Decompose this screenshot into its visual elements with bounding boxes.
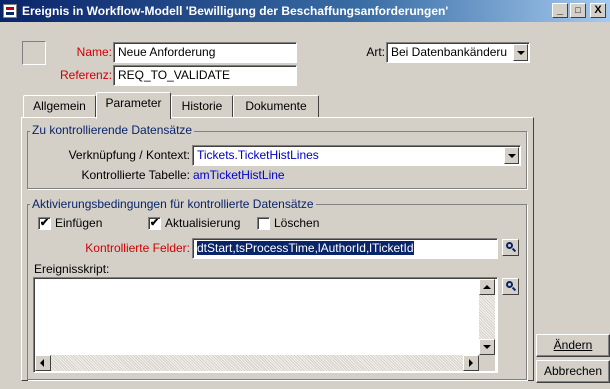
art-select[interactable]: Bei Datenbankänderu <box>386 42 530 63</box>
delete-checkbox[interactable] <box>257 217 270 230</box>
chevron-down-icon[interactable] <box>504 147 519 164</box>
scroll-up-icon[interactable] <box>479 279 495 295</box>
scrollbar-corner <box>479 355 495 371</box>
app-icon <box>3 4 17 18</box>
script-search-button[interactable] <box>502 278 519 295</box>
close-button[interactable]: X <box>590 3 606 18</box>
tab-dokumente[interactable]: Dokumente <box>233 95 319 117</box>
scroll-down-icon[interactable] <box>479 339 495 355</box>
fields-label: Kontrollierte Felder: <box>85 241 190 255</box>
delete-checkbox-label: Löschen <box>274 216 320 230</box>
horizontal-scrollbar[interactable] <box>35 355 479 371</box>
update-checkbox-label: Aktualisierung <box>165 216 241 230</box>
referenz-field[interactable]: REQ_TO_VALIDATE <box>113 65 297 86</box>
scroll-right-icon[interactable] <box>463 355 479 371</box>
referenz-label: Referenz: <box>60 68 113 82</box>
tab-allgemein[interactable]: Allgemein <box>23 95 96 117</box>
update-checkbox[interactable]: ✔ <box>148 217 161 230</box>
art-label: Art: <box>366 45 385 59</box>
fields-search-button[interactable] <box>502 239 519 256</box>
table-label: Kontrollierte Tabelle: <box>81 168 190 182</box>
cancel-button[interactable]: Abbrechen <box>536 360 610 383</box>
chevron-down-icon[interactable] <box>513 44 528 61</box>
maximize-button[interactable]: □ <box>570 3 586 18</box>
record-image-box[interactable] <box>22 41 46 65</box>
table-value: amTicketHistLine <box>193 168 285 182</box>
insert-checkbox-label: Einfügen <box>55 216 103 230</box>
script-editor[interactable] <box>33 277 498 373</box>
modify-button[interactable]: Ändern <box>536 334 610 357</box>
fields-value: dtStart,tsProcessTime,lAuthorId,lTicketI… <box>197 241 414 255</box>
activation-group-title: Aktivierungsbedingungen für kontrolliert… <box>30 197 316 211</box>
insert-checkbox[interactable]: ✔ <box>38 217 51 230</box>
link-select[interactable]: Tickets.TicketHistLines <box>192 145 521 166</box>
minimize-button[interactable]: _ <box>552 3 568 18</box>
window-title: Ereignis in Workflow-Modell 'Bewilligung… <box>22 4 449 18</box>
name-field[interactable]: Neue Anforderung <box>113 42 297 63</box>
records-group-title: Zu kontrollierende Datensätze <box>30 123 195 137</box>
link-value: Tickets.TicketHistLines <box>197 148 319 162</box>
tab-parameter[interactable]: Parameter <box>96 92 171 119</box>
fields-input[interactable]: dtStart,tsProcessTime,lAuthorId,lTicketI… <box>192 238 498 259</box>
script-label: Ereignisskript: <box>34 262 110 276</box>
link-label: Verknüpfung / Kontext: <box>68 148 190 162</box>
art-value: Bei Datenbankänderu <box>391 45 508 59</box>
name-label: Name: <box>76 45 112 59</box>
title-bar[interactable]: Ereignis in Workflow-Modell 'Bewilligung… <box>0 0 610 22</box>
tab-historie[interactable]: Historie <box>171 95 233 117</box>
scroll-left-icon[interactable] <box>35 355 51 371</box>
